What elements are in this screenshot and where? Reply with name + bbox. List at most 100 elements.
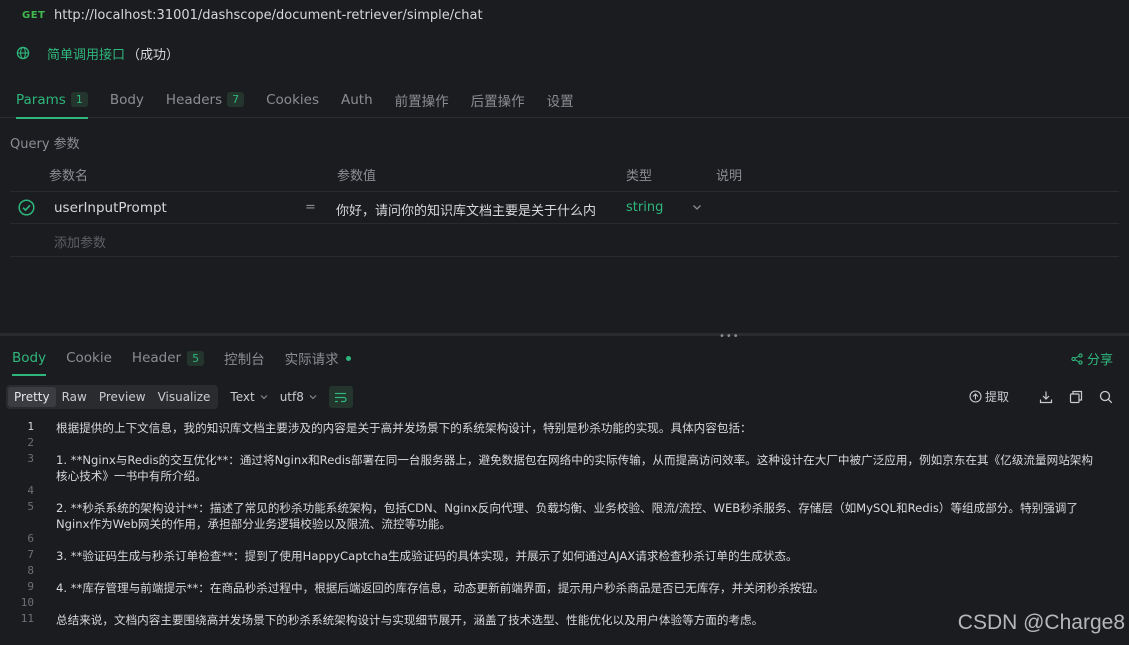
share-button[interactable]: 分享 — [1071, 349, 1113, 368]
mode-raw[interactable]: Raw — [56, 387, 93, 407]
tab-label: 设置 — [546, 93, 574, 110]
tab-response-cookie[interactable]: Cookie — [66, 340, 112, 376]
col-desc-header: 说明 — [716, 169, 743, 184]
copy-icon[interactable] — [1069, 390, 1083, 404]
line-number: 7 — [27, 548, 34, 561]
search-icon[interactable] — [1099, 390, 1113, 404]
api-name[interactable]: 简单调用接口 — [47, 44, 125, 63]
globe-icon — [16, 46, 30, 60]
word-wrap-button[interactable] — [328, 386, 353, 408]
param-type[interactable]: string — [626, 200, 663, 215]
code-line: 1 根据提供的上下文信息，我的知识库文档主要涉及的内容是关于高并发场景下的系统架构… — [10, 420, 1120, 436]
response-body-viewer[interactable]: 1 根据提供的上下文信息，我的知识库文档主要涉及的内容是关于高并发场景下的系统架构… — [10, 418, 1120, 645]
mode-pretty[interactable]: Pretty — [8, 387, 56, 407]
param-key[interactable]: userInputPrompt — [54, 200, 167, 216]
status-dot — [345, 355, 351, 361]
tab-actual-request[interactable]: 实际请求 — [285, 340, 351, 376]
http-method: GET — [22, 9, 46, 21]
extract-button[interactable]: 提取 — [969, 388, 1009, 405]
tab-label: Cookies — [266, 91, 319, 108]
code-line: 2 — [10, 436, 1120, 449]
chevron-down-icon — [309, 395, 317, 400]
line-number: 9 — [27, 580, 34, 593]
response-tabs: Body Cookie Header 5 控制台 实际请求 — [0, 340, 1129, 376]
line-number: 10 — [20, 596, 34, 609]
tab-body[interactable]: Body — [110, 82, 144, 118]
col-name-header: 参数名 — [49, 169, 89, 184]
line-number: 11 — [20, 612, 34, 625]
extract-label: 提取 — [984, 390, 1009, 404]
url-bar[interactable]: GET http://localhost:31001/dashscope/doc… — [0, 0, 1129, 30]
tab-label: 实际请求 — [284, 352, 339, 368]
tab-auth[interactable]: Auth — [341, 82, 373, 118]
chevron-down-icon — [260, 395, 268, 400]
share-label: 分享 — [1086, 353, 1113, 368]
tab-cookies[interactable]: Cookies — [266, 82, 319, 118]
tab-response-body[interactable]: Body — [12, 340, 47, 376]
tab-headers[interactable]: Headers 7 — [166, 82, 245, 118]
line-number: 6 — [27, 532, 34, 545]
check-circle-icon[interactable] — [18, 199, 35, 216]
code-line: 10 — [10, 596, 1120, 609]
line-text: 1. **Nginx与Redis的交互优化**：通过将Nginx和Redis部署… — [56, 453, 1093, 483]
count-badge: 5 — [187, 350, 205, 366]
format-select[interactable]: Text — [230, 390, 268, 404]
tab-pre-processors[interactable]: 前置操作 — [395, 82, 449, 118]
code-line: 8 — [10, 564, 1120, 577]
download-icon[interactable] — [1039, 390, 1053, 404]
response-toolbar: Pretty Raw Preview Visualize Text utf8 — [6, 385, 353, 409]
code-line: 11 总结来说，文档内容主要围绕高并发场景下的秒杀系统架构设计与实现细节展开，涵盖… — [10, 612, 1120, 628]
mode-preview[interactable]: Preview — [93, 387, 152, 407]
tab-label: Cookie — [66, 350, 112, 366]
line-text — [56, 596, 1102, 609]
param-row: userInputPrompt = 你好，请问你的知识库文档主要是关于什么内 s… — [10, 191, 1119, 224]
tab-post-processors[interactable]: 后置操作 — [471, 82, 525, 118]
line-text — [56, 484, 1102, 497]
tab-label: Params — [16, 91, 66, 108]
query-params-label: Query 参数 — [10, 137, 80, 152]
line-number: 3 — [27, 452, 34, 465]
count-badge: 1 — [70, 92, 88, 107]
encoding-select[interactable]: utf8 — [280, 390, 317, 404]
api-title: 简单调用接口 （成功） — [16, 43, 179, 63]
param-value[interactable]: 你好，请问你的知识库文档主要是关于什么内 — [336, 200, 618, 219]
format-value: Text — [230, 390, 255, 404]
line-text: 4. **库存管理与前端提示**：在商品秒杀过程中，根据后端返回的库存信息，动态… — [56, 581, 825, 595]
encoding-value: utf8 — [279, 390, 304, 404]
tab-settings[interactable]: 设置 — [547, 82, 574, 118]
line-text: 根据提供的上下文信息，我的知识库文档主要涉及的内容是关于高并发场景下的系统架构设… — [56, 421, 752, 435]
add-param-placeholder[interactable]: 添加参数 — [54, 232, 106, 251]
params-table-header: 参数名 参数值 类型 说明 — [0, 165, 1129, 185]
request-url[interactable]: http://localhost:31001/dashscope/documen… — [54, 8, 483, 23]
tab-label: Auth — [340, 91, 373, 108]
chevron-down-icon[interactable] — [692, 202, 702, 212]
line-number: 1 — [27, 420, 34, 433]
mode-visualize[interactable]: Visualize — [152, 387, 217, 407]
line-text — [56, 532, 1102, 545]
extract-icon — [969, 390, 982, 403]
tab-console[interactable]: 控制台 — [224, 340, 265, 376]
api-status: （成功） — [127, 47, 180, 63]
tab-params[interactable]: Params 1 — [16, 82, 88, 119]
panel-splitter[interactable] — [0, 333, 1129, 336]
code-line: 9 4. **库存管理与前端提示**：在商品秒杀过程中，根据后端返回的库存信息，动… — [10, 580, 1120, 596]
line-text: 2. **秒杀系统的架构设计**：描述了常见的秒杀功能系统架构，包括CDN、Ng… — [56, 501, 1078, 531]
line-text: 3. **验证码生成与秒杀订单检查**：提到了使用HappyCaptcha生成验… — [56, 549, 798, 563]
line-number: 5 — [27, 500, 34, 513]
line-number: 2 — [27, 436, 34, 449]
col-value-header: 参数值 — [337, 169, 377, 184]
code-line: 7 3. **验证码生成与秒杀订单检查**：提到了使用HappyCaptcha生成… — [10, 548, 1120, 564]
count-badge: 7 — [227, 92, 245, 107]
line-text — [56, 436, 1102, 449]
share-icon — [1071, 352, 1083, 365]
tab-label: 控制台 — [224, 352, 265, 368]
code-line: 5 2. **秒杀系统的架构设计**：描述了常见的秒杀功能系统架构，包括CDN、N… — [10, 500, 1120, 532]
line-text — [56, 564, 1102, 577]
line-text: 总结来说，文档内容主要围绕高并发场景下的秒杀系统架构设计与实现细节展开，涵盖了技… — [56, 613, 764, 627]
view-mode-switcher: Pretty Raw Preview Visualize — [6, 385, 219, 409]
tab-response-header[interactable]: Header 5 — [132, 340, 205, 376]
line-number: 4 — [27, 484, 34, 497]
code-line: 3 1. **Nginx与Redis的交互优化**：通过将Nginx和Redis部… — [10, 452, 1120, 484]
param-equals: = — [305, 200, 316, 215]
divider — [10, 256, 1119, 257]
